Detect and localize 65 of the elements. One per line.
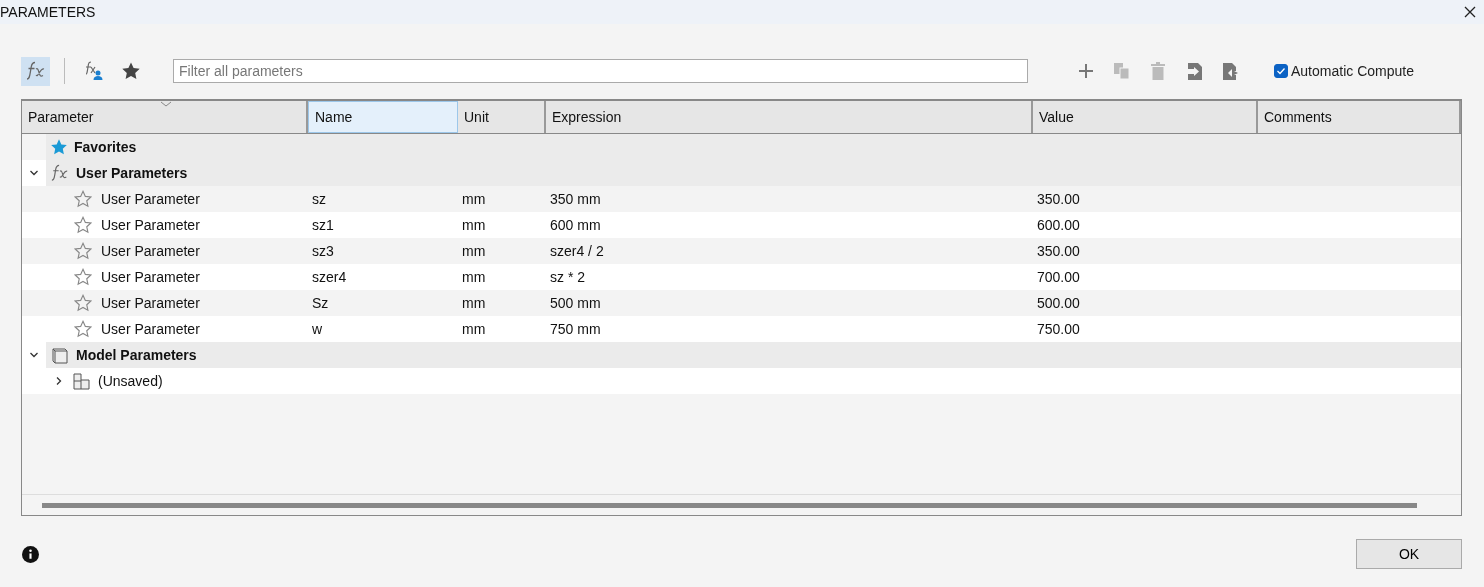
table-cell: User Parameter <box>101 191 200 207</box>
export-icon <box>1220 61 1240 81</box>
table-cell: 350.00 <box>1037 191 1080 207</box>
table-cell: User Parameter <box>101 243 200 259</box>
table-cell: User Parameter <box>101 269 200 285</box>
checkbox-label: Automatic Compute <box>1291 63 1414 79</box>
column-header[interactable]: Name <box>308 101 458 133</box>
table-cell: sz * 2 <box>550 269 585 285</box>
tree-item-label[interactable]: (Unsaved) <box>98 373 163 389</box>
info-icon[interactable] <box>22 545 39 563</box>
ok-button[interactable]: OK <box>1356 539 1462 569</box>
table-cell: mm <box>462 217 486 233</box>
close-icon[interactable] <box>1464 6 1476 18</box>
table-cell: 750 mm <box>550 321 601 337</box>
star-outline-icon[interactable] <box>74 268 92 286</box>
chevron-down-icon[interactable] <box>29 168 39 178</box>
group-label: Favorites <box>74 139 137 155</box>
table-cell: 350 mm <box>550 191 601 207</box>
plus-icon <box>1076 61 1096 81</box>
table-cell: szer4 <box>312 269 347 285</box>
table-cell: 500 mm <box>550 295 601 311</box>
table-cell: mm <box>462 295 486 311</box>
table-cell: mm <box>462 191 486 207</box>
table-cell: User Parameter <box>101 295 200 311</box>
table-cell: sz1 <box>312 217 334 233</box>
function-icon <box>24 61 47 81</box>
trash-icon <box>1148 61 1168 81</box>
function-icon <box>50 164 70 182</box>
table-cell: 350.00 <box>1037 243 1080 259</box>
component-icon <box>72 371 92 391</box>
star-icon <box>120 61 141 81</box>
function-filter-button[interactable] <box>21 56 50 86</box>
table-cell: mm <box>462 321 486 337</box>
filter-field[interactable]: Filter all parameters <box>173 59 1028 83</box>
table-cell: sz <box>312 191 326 207</box>
copy-icon <box>1112 61 1132 81</box>
chevron-down-icon[interactable] <box>29 350 39 360</box>
window-title: PARAMETERS <box>0 4 96 20</box>
table-cell: User Parameter <box>101 321 200 337</box>
table-cell: 750.00 <box>1037 321 1080 337</box>
checkbox[interactable] <box>1274 64 1288 78</box>
table-cell: 500.00 <box>1037 295 1080 311</box>
group-label: User Parameters <box>76 165 188 181</box>
table-cell: sz3 <box>312 243 334 259</box>
table-cell: 600 mm <box>550 217 601 233</box>
table-cell: mm <box>462 269 486 285</box>
group-label: Model Parameters <box>76 347 197 363</box>
star-icon[interactable] <box>50 138 68 156</box>
star-outline-icon[interactable] <box>74 190 92 208</box>
sort-caret-icon[interactable] <box>160 101 172 107</box>
table-cell: User Parameter <box>101 217 200 233</box>
table-cell: mm <box>462 243 486 259</box>
scrollbar-thumb[interactable] <box>42 502 1417 508</box>
star-outline-icon[interactable] <box>74 216 92 234</box>
chevron-right-icon[interactable] <box>54 376 64 386</box>
checkmark-icon <box>1276 66 1286 76</box>
table-cell: w <box>312 321 323 337</box>
table-cell: 600.00 <box>1037 217 1080 233</box>
cube-icon <box>50 345 70 365</box>
table-cell: szer4 / 2 <box>550 243 604 259</box>
star-outline-icon[interactable] <box>74 320 92 338</box>
table-cell: 700.00 <box>1037 269 1080 285</box>
table-cell: Sz <box>312 295 329 311</box>
star-outline-icon[interactable] <box>74 242 92 260</box>
star-outline-icon[interactable] <box>74 294 92 312</box>
